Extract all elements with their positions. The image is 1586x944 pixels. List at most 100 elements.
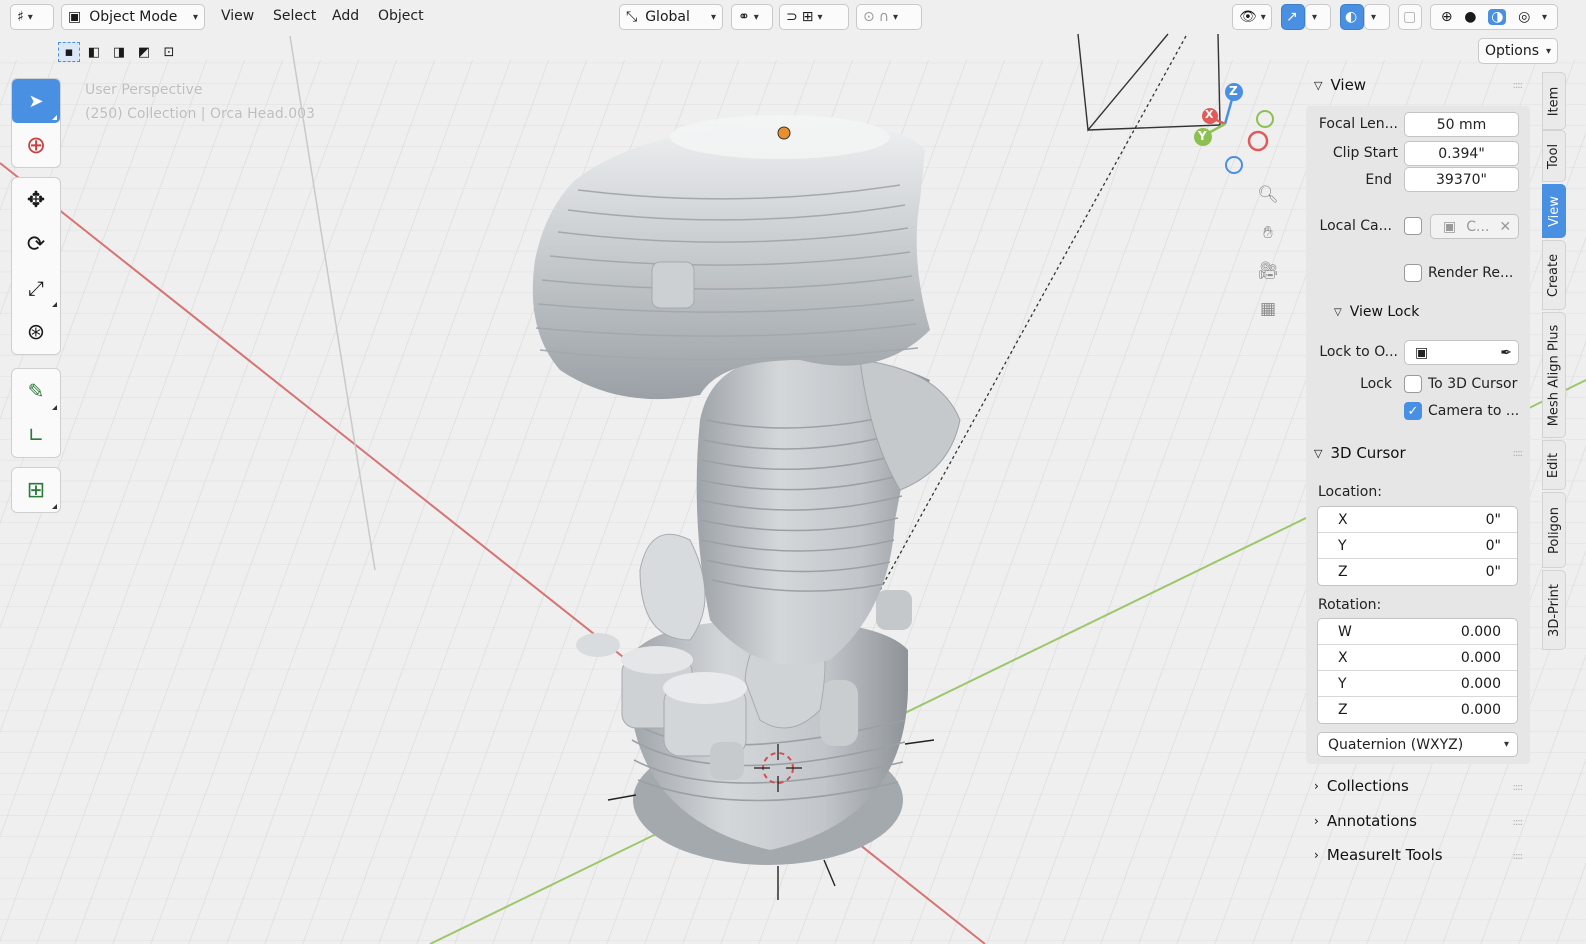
tab-3d-print[interactable]: 3D-Print xyxy=(1542,570,1566,650)
snap-dropdown[interactable]: ⊃ ⊞ ▾ xyxy=(779,4,849,30)
scale-icon: ⤢ xyxy=(28,276,44,300)
gizmo-z-label[interactable]: Z xyxy=(1229,84,1238,98)
select-invert-icon[interactable]: ◩ xyxy=(133,42,155,62)
orientation-dropdown[interactable]: ⤡ Global ▾ xyxy=(619,4,723,30)
collections-section-header[interactable]: › Collections xyxy=(1314,777,1409,795)
gizmo-toggle[interactable]: ↗ xyxy=(1281,4,1305,30)
scale-tool[interactable]: ⤢ xyxy=(12,266,60,310)
tab-poligon[interactable]: Poligon xyxy=(1542,492,1566,568)
chevron-down-icon: ▾ xyxy=(710,11,716,23)
proportional-edit-dropdown[interactable]: ⊙ ∩ ▾ xyxy=(856,4,922,30)
xray-toggle[interactable]: ▢ xyxy=(1398,4,1422,30)
drag-grip-icon[interactable]: :::: xyxy=(1513,851,1524,862)
material-shading-icon[interactable]: ◑ xyxy=(1488,9,1507,25)
location-y-field[interactable]: Y 0" xyxy=(1318,533,1517,559)
annotate-tool[interactable]: ✎ xyxy=(12,369,60,413)
axis-value: 0" xyxy=(1485,537,1501,554)
menu-object[interactable]: Object xyxy=(378,8,424,24)
gizmo-dropdown[interactable]: ▾ xyxy=(1305,4,1331,30)
select-subtract-icon[interactable]: ◨ xyxy=(108,42,130,62)
menu-select[interactable]: Select xyxy=(273,8,316,24)
chevron-down-icon: ▾ xyxy=(1312,11,1318,23)
clear-x-icon[interactable]: ✕ xyxy=(1499,219,1511,235)
local-camera-picker[interactable]: ▣ C... ✕ xyxy=(1430,214,1519,239)
rotation-z-field[interactable]: Z 0.000 xyxy=(1318,697,1517,723)
tab-create[interactable]: Create xyxy=(1542,240,1566,310)
lock-to-3d-cursor-checkbox[interactable] xyxy=(1404,375,1422,393)
editor-type-dropdown[interactable]: ♯ ▾ xyxy=(10,4,54,30)
collections-title: Collections xyxy=(1326,777,1409,795)
3d-cursor-section-header[interactable]: ▽ 3D Cursor xyxy=(1314,444,1406,462)
pivot-dropdown[interactable]: ⚭ ▾ xyxy=(731,4,773,30)
drag-grip-icon[interactable]: :::: xyxy=(1513,80,1524,91)
tab-mesh-align-plus[interactable]: Mesh Align Plus xyxy=(1542,312,1566,438)
rendered-shading-icon[interactable]: ◎ xyxy=(1518,9,1530,25)
view-lock-header[interactable]: ▽ View Lock xyxy=(1334,304,1419,320)
rotation-mode-dropdown[interactable]: Quaternion (WXYZ) ▾ xyxy=(1317,732,1518,757)
gizmo-x-label[interactable]: X xyxy=(1205,108,1213,121)
drag-grip-icon[interactable]: :::: xyxy=(1513,782,1524,793)
wireframe-shading-icon[interactable]: ⊕ xyxy=(1441,9,1453,25)
camera-to-view-checkbox[interactable]: ✓ xyxy=(1404,402,1422,420)
grid-editor-icon: ♯ xyxy=(17,9,24,25)
rotation-x-field[interactable]: X 0.000 xyxy=(1318,645,1517,671)
chevron-down-icon[interactable]: ▾ xyxy=(1542,12,1547,23)
overlays-dropdown[interactable]: ▾ xyxy=(1364,4,1390,30)
measureit-section-header[interactable]: › MeasureIt Tools xyxy=(1314,846,1443,864)
rotation-y-field[interactable]: Y 0.000 xyxy=(1318,671,1517,697)
add-cube-tool[interactable]: ⊞ xyxy=(12,468,60,512)
solid-shading-icon[interactable]: ● xyxy=(1464,9,1476,25)
select-box-tool[interactable]: ➤ xyxy=(12,79,60,123)
measure-tool[interactable]: ∟ xyxy=(12,413,60,457)
lock-to-object-picker[interactable]: ▣ ✒ xyxy=(1404,340,1519,365)
axis-value: 0.000 xyxy=(1460,675,1501,692)
transform-orientation-icon: ⤡ xyxy=(626,9,638,25)
toolbar-transform-group: ✥ ⟳ ⤢ ⊛ xyxy=(11,177,61,355)
location-x-field[interactable]: X 0" xyxy=(1318,507,1517,533)
shading-modes[interactable]: ⊕ ● ◑ ◎ ▾ xyxy=(1430,4,1558,30)
menu-view[interactable]: View xyxy=(221,8,254,24)
drag-grip-icon[interactable]: :::: xyxy=(1513,448,1524,459)
axis-value: 0.000 xyxy=(1460,623,1501,640)
transform-tool[interactable]: ⊛ xyxy=(12,310,60,354)
view-section-header[interactable]: ▽ View xyxy=(1314,76,1366,94)
view-section-title: View xyxy=(1330,76,1367,94)
move-tool[interactable]: ✥ xyxy=(12,178,60,222)
rotation-w-field[interactable]: W 0.000 xyxy=(1318,619,1517,645)
options-dropdown[interactable]: Options ▾ xyxy=(1478,38,1558,64)
pan-hand-icon[interactable]: ✋︎ xyxy=(1256,221,1280,245)
local-camera-checkbox[interactable] xyxy=(1404,217,1422,235)
camera-to-view-label: Camera to ... xyxy=(1428,403,1520,419)
select-intersect-icon[interactable]: ⊡ xyxy=(158,42,180,62)
tab-item[interactable]: Item xyxy=(1542,72,1566,130)
location-z-field[interactable]: Z 0" xyxy=(1318,559,1517,585)
cursor-tool[interactable]: ⊕ xyxy=(12,123,60,167)
tab-label: 3D-Print xyxy=(1546,583,1562,637)
clip-start-field[interactable]: 0.394" xyxy=(1404,141,1519,166)
tab-tool[interactable]: Tool xyxy=(1542,130,1566,182)
tab-edit[interactable]: Edit xyxy=(1542,440,1566,490)
camera-view-icon[interactable]: 🎥︎ xyxy=(1256,259,1280,283)
chevron-right-icon: › xyxy=(1314,848,1319,862)
local-camera-label: Local Ca... xyxy=(1319,218,1392,234)
zoom-icon[interactable]: 🔍︎ xyxy=(1256,183,1280,207)
mode-dropdown[interactable]: ▣ Object Mode ▾ xyxy=(61,4,205,30)
menu-add[interactable]: Add xyxy=(332,8,359,24)
options-label: Options xyxy=(1485,43,1540,59)
rotate-tool[interactable]: ⟳ xyxy=(12,222,60,266)
clip-end-field[interactable]: 39370" xyxy=(1404,167,1519,192)
select-new-icon[interactable]: ▪ xyxy=(58,42,80,62)
overlays-toggle[interactable]: ◐ xyxy=(1340,4,1364,30)
drag-grip-icon[interactable]: :::: xyxy=(1513,817,1524,828)
eyedropper-icon[interactable]: ✒ xyxy=(1500,345,1512,361)
visibility-dropdown[interactable]: 👁︎ ▾ xyxy=(1232,4,1272,30)
select-extend-icon[interactable]: ◧ xyxy=(83,42,105,62)
xray-icon: ▢ xyxy=(1403,9,1417,25)
tab-view[interactable]: View xyxy=(1542,184,1566,238)
transform-icon: ⊛ xyxy=(26,319,46,345)
grid-ortho-icon[interactable]: ▦ xyxy=(1256,297,1280,321)
focal-length-field[interactable]: 50 mm xyxy=(1404,112,1519,137)
render-region-checkbox[interactable] xyxy=(1404,264,1422,282)
annotations-section-header[interactable]: › Annotations xyxy=(1314,812,1417,830)
gizmo-y-label[interactable]: Y xyxy=(1198,129,1207,143)
